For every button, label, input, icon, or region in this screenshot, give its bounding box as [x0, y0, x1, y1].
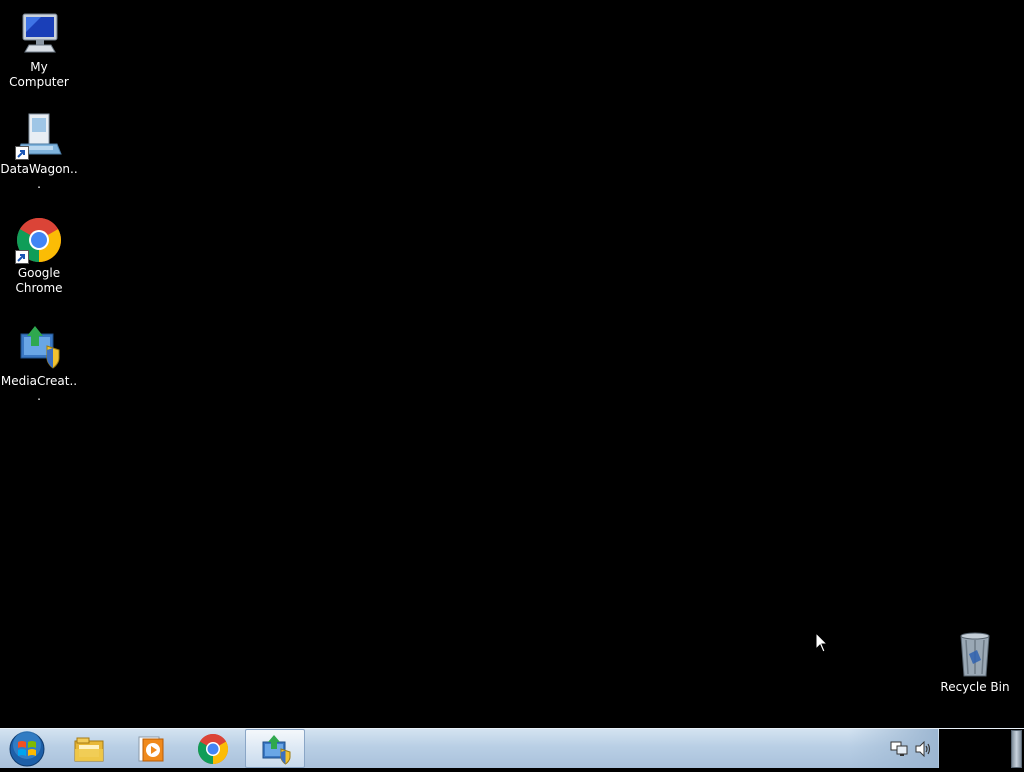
desktop-icon-my-computer[interactable]: My Computer: [0, 10, 78, 90]
desktop-icon-label: DataWagon...: [0, 162, 78, 191]
media-player-icon: [138, 736, 164, 762]
network-icon[interactable]: [890, 741, 908, 757]
mouse-cursor-icon: [815, 632, 829, 653]
windows-start-orb-icon: [9, 731, 45, 767]
recycle-bin-icon: [951, 630, 999, 678]
taskbar-chrome[interactable]: [183, 729, 243, 768]
desktop-icon-recycle-bin[interactable]: Recycle Bin: [936, 630, 1014, 695]
media-creation-tool-icon: [262, 735, 291, 765]
volume-icon[interactable]: [914, 741, 932, 757]
taskbar-clock-area[interactable]: [939, 729, 1009, 769]
desktop-icon-label: My Computer: [9, 60, 69, 89]
taskbar-file-explorer[interactable]: [59, 729, 119, 768]
desktop: My Computer DataWagon... Google Chrome M…: [0, 0, 1024, 728]
chrome-icon: [15, 216, 63, 264]
media-creation-tool-icon: [15, 324, 63, 372]
start-button[interactable]: [6, 730, 48, 768]
show-desktop-button[interactable]: [1009, 729, 1024, 769]
computer-icon: [15, 10, 63, 58]
desktop-icon-label: MediaCreat...: [0, 374, 78, 403]
system-tray: [885, 729, 939, 768]
desktop-icon-label: Recycle Bin: [940, 680, 1010, 694]
file-explorer-icon: [74, 737, 104, 762]
datawagon-icon: [15, 112, 63, 160]
desktop-icon-label: Google Chrome: [15, 266, 63, 295]
show-desktop-icon: [1011, 730, 1022, 768]
taskbar-media-player[interactable]: [121, 729, 181, 768]
chrome-icon: [197, 733, 229, 764]
desktop-icon-datawagon[interactable]: DataWagon...: [0, 112, 78, 192]
taskbar: [0, 728, 1024, 769]
shortcut-arrow-icon: [15, 250, 29, 264]
shortcut-arrow-icon: [15, 146, 29, 160]
desktop-icon-google-chrome[interactable]: Google Chrome: [0, 216, 78, 296]
desktop-icon-media-creation-tool[interactable]: MediaCreat...: [0, 324, 78, 404]
taskbar-media-creation-tool[interactable]: [245, 729, 305, 768]
